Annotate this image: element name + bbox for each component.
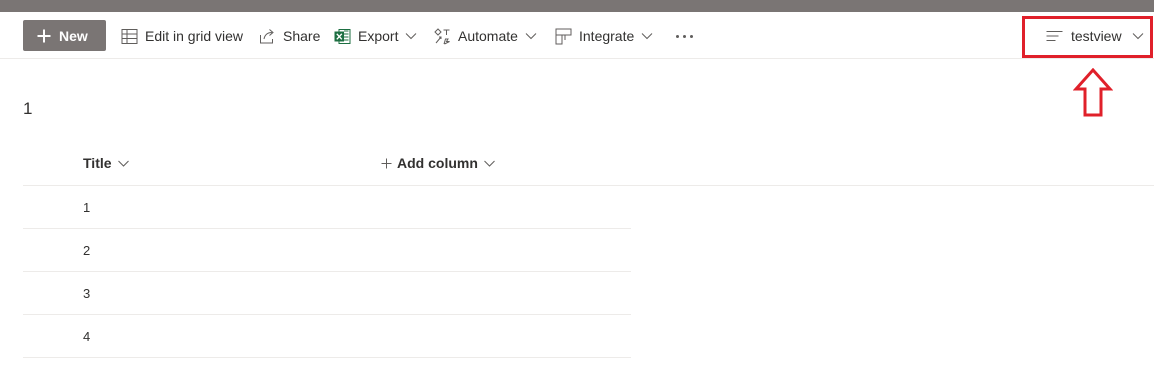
up-arrow-annotation-icon [1073, 68, 1113, 117]
excel-icon [334, 28, 351, 44]
list-title: 1 [23, 99, 33, 118]
more-options-button[interactable] [672, 26, 696, 46]
plus-icon [381, 158, 392, 168]
command-bar: New Edit in grid view Share Export Autom… [0, 12, 1154, 59]
chevron-down-icon [641, 33, 653, 40]
title-cell[interactable]: 2 [83, 243, 90, 258]
table-row[interactable]: 2 [23, 229, 631, 272]
automate-icon [434, 27, 450, 44]
chevron-down-icon [117, 160, 129, 167]
ellipsis-dot [689, 34, 693, 38]
integrate-label: Integrate [579, 28, 635, 44]
add-column-button[interactable]: Add column [381, 155, 495, 171]
title-cell[interactable]: 1 [83, 200, 90, 215]
list-rows: 1 2 3 4 [23, 186, 631, 358]
view-selector[interactable]: testview [1046, 26, 1144, 46]
view-selector-label: testview [1071, 28, 1122, 44]
export-label: Export [358, 28, 399, 44]
chevron-down-icon [525, 33, 537, 40]
integrate-button[interactable]: Integrate [555, 25, 653, 47]
column-header-title[interactable]: Title [83, 155, 129, 171]
table-row[interactable]: 3 [23, 272, 631, 315]
title-cell[interactable]: 4 [83, 329, 90, 344]
top-suite-bar [0, 0, 1154, 12]
table-row[interactable]: 4 [23, 315, 631, 358]
add-column-label: Add column [397, 155, 478, 171]
integrate-icon [555, 28, 572, 44]
chevron-down-icon [406, 33, 417, 40]
share-label: Share [283, 28, 321, 44]
table-row[interactable]: 1 [23, 186, 631, 229]
view-list-icon [1046, 31, 1063, 41]
share-icon [260, 28, 274, 43]
export-button[interactable]: Export [334, 25, 417, 47]
chevron-down-icon [1132, 33, 1143, 40]
automate-label: Automate [458, 28, 518, 44]
plus-icon [37, 29, 51, 42]
automate-button[interactable]: Automate [434, 25, 537, 47]
share-button[interactable]: Share [259, 25, 320, 47]
chevron-down-icon [484, 160, 495, 167]
edit-grid-view-button[interactable]: Edit in grid view [121, 25, 243, 47]
column-header-title-label: Title [83, 155, 112, 171]
ellipsis-dot [675, 34, 679, 38]
new-button-label: New [59, 27, 88, 44]
new-button[interactable]: New [23, 20, 106, 51]
grid-icon [121, 28, 138, 44]
title-cell[interactable]: 3 [83, 286, 90, 301]
list-header-row: Title Add column [23, 143, 1154, 186]
edit-grid-view-label: Edit in grid view [145, 28, 244, 44]
ellipsis-dot [682, 34, 686, 38]
